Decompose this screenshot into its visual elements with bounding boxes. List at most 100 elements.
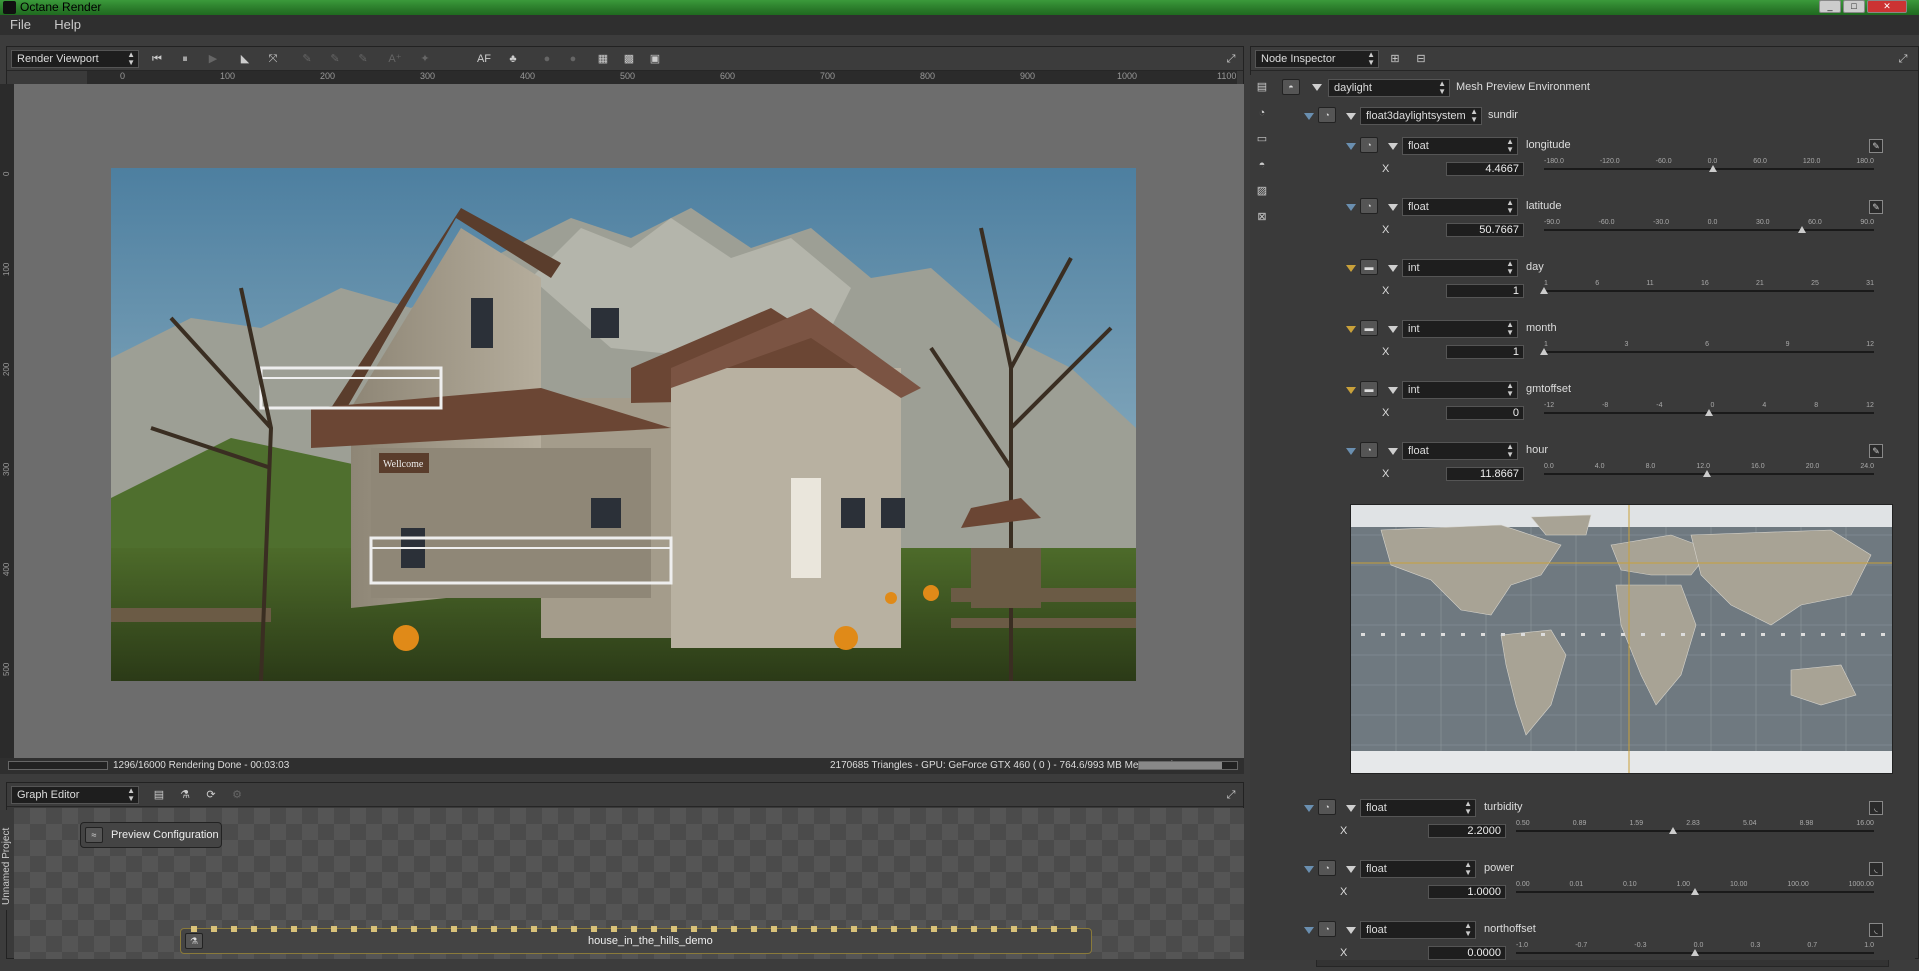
collapse-triangle-icon[interactable] bbox=[1304, 805, 1314, 812]
param-value-field[interactable]: 1.0000 bbox=[1428, 885, 1506, 899]
param-type-select[interactable]: float ▲ ▼ bbox=[1360, 860, 1476, 878]
slider-knob[interactable] bbox=[1705, 409, 1713, 416]
autofocus-button[interactable]: AF bbox=[473, 51, 495, 67]
param-type-select[interactable]: float ▲ ▼ bbox=[1360, 799, 1476, 817]
curve-icon[interactable]: ◟ bbox=[1869, 923, 1883, 937]
sun-position-world-map[interactable] bbox=[1350, 504, 1893, 774]
param-slider[interactable]: -1.0 -0.7 -0.3 0.0 0.3 0.7 1.0 bbox=[1516, 942, 1874, 956]
edit-pencil-icon[interactable]: ✎ bbox=[1869, 200, 1883, 214]
environment-type-select[interactable]: daylight ▲ ▼ bbox=[1328, 79, 1450, 97]
collapse-triangle-icon[interactable] bbox=[1304, 927, 1314, 934]
curve-icon[interactable]: ◟ bbox=[1869, 862, 1883, 876]
imager-icon[interactable]: ▨ bbox=[1254, 183, 1270, 199]
collapse-all-icon[interactable]: ⊟ bbox=[1413, 51, 1429, 67]
param-type-select[interactable]: float ▲ ▼ bbox=[1360, 921, 1476, 939]
maximize-panel-icon[interactable]: ⤢ bbox=[1223, 787, 1239, 803]
param-value-field[interactable]: 1 bbox=[1446, 284, 1524, 298]
param-value-field[interactable]: 1 bbox=[1446, 345, 1524, 359]
collapse-triangle-icon[interactable] bbox=[1388, 448, 1398, 455]
collapse-triangle-icon[interactable] bbox=[1346, 866, 1356, 873]
maximize-panel-icon[interactable]: ⤢ bbox=[1223, 51, 1239, 67]
edit-pencil-icon[interactable]: ✎ bbox=[1869, 444, 1883, 458]
zoom-icon[interactable]: ⤧ bbox=[265, 51, 281, 67]
param-slider[interactable]: 0.00 0.01 0.10 1.00 10.00 100.00 1000.00 bbox=[1516, 881, 1874, 895]
sub-sampling-icon[interactable]: ▩ bbox=[621, 51, 637, 67]
close-button[interactable]: ✕ bbox=[1867, 0, 1907, 13]
rendered-image[interactable]: Wellcome bbox=[111, 168, 1136, 681]
save-graph-icon[interactable]: ▤ bbox=[151, 787, 167, 803]
slider-knob[interactable] bbox=[1798, 226, 1807, 233]
menu-help[interactable]: Help bbox=[44, 15, 91, 35]
param-type-select[interactable]: float ▲ ▼ bbox=[1402, 137, 1518, 155]
param-slider[interactable]: 1 6 11 16 21 25 31 bbox=[1540, 280, 1874, 294]
param-slider[interactable]: 0.50 0.89 1.59 2.83 5.04 8.98 16.00 bbox=[1516, 820, 1874, 834]
edit-pencil-icon[interactable]: ✎ bbox=[1869, 139, 1883, 153]
slider-knob[interactable] bbox=[1703, 470, 1712, 477]
sphere-icon[interactable]: ● bbox=[539, 51, 555, 67]
collapse-triangle-icon[interactable] bbox=[1312, 84, 1322, 91]
param-type-select[interactable]: float ▲ ▼ bbox=[1402, 198, 1518, 216]
slider-knob[interactable] bbox=[1691, 888, 1699, 895]
slider-knob[interactable] bbox=[1708, 165, 1717, 172]
slider-knob[interactable] bbox=[1540, 348, 1548, 355]
param-slider[interactable]: -180.0 -120.0 -60.0 0.0 60.0 120.0 180.0 bbox=[1544, 158, 1874, 172]
preview-configuration-node[interactable]: ≈ Preview Configuration bbox=[80, 822, 222, 848]
scene-node[interactable]: ⚗ house_in_the_hills_demo bbox=[180, 926, 1092, 954]
slider-knob[interactable] bbox=[1691, 949, 1699, 956]
node-input-pins[interactable] bbox=[191, 926, 1081, 932]
slider-knob[interactable] bbox=[1540, 287, 1548, 294]
camera-icon[interactable]: ◔ bbox=[1254, 105, 1270, 121]
focus-picker-icon[interactable]: ◣ bbox=[237, 51, 253, 67]
expand-all-icon[interactable]: ⊞ bbox=[1387, 51, 1403, 67]
param-slider[interactable]: 0.0 4.0 8.0 12.0 16.0 20.0 24.0 bbox=[1544, 463, 1874, 477]
collapse-triangle-icon[interactable] bbox=[1346, 204, 1356, 211]
sundir-type-select[interactable]: float3daylightsystem ▲ ▼ bbox=[1360, 107, 1482, 125]
collapse-triangle-icon[interactable] bbox=[1304, 113, 1314, 120]
param-value-field[interactable]: 50.7667 bbox=[1446, 223, 1524, 237]
param-slider[interactable]: -90.0 -60.0 -30.0 0.0 30.0 60.0 90.0 bbox=[1544, 219, 1874, 233]
lock-resolution-icon[interactable]: ▣ bbox=[647, 51, 663, 67]
maximize-panel-icon[interactable]: ⤢ bbox=[1895, 51, 1911, 67]
reload-icon[interactable]: ⟳ bbox=[203, 787, 219, 803]
collapse-triangle-icon[interactable] bbox=[1388, 143, 1398, 150]
clay-mode-icon[interactable]: ♣ bbox=[505, 51, 521, 67]
af-picker-icon[interactable]: A⁺ bbox=[387, 51, 403, 67]
collapse-triangle-icon[interactable] bbox=[1346, 927, 1356, 934]
param-type-select[interactable]: int ▲ ▼ bbox=[1402, 259, 1518, 277]
param-type-select[interactable]: int ▲ ▼ bbox=[1402, 320, 1518, 338]
mesh-picker-icon[interactable]: ✦ bbox=[417, 51, 433, 67]
kernel-icon[interactable]: ⊠ bbox=[1254, 209, 1270, 225]
param-value-field[interactable]: 2.2000 bbox=[1428, 824, 1506, 838]
region-render-icon[interactable]: ▦ bbox=[595, 51, 611, 67]
collapse-triangle-icon[interactable] bbox=[1346, 326, 1356, 333]
collapse-triangle-icon[interactable] bbox=[1388, 204, 1398, 211]
restart-render-icon[interactable]: ⏮ bbox=[149, 51, 165, 67]
camera-picker-icon[interactable]: ✎ bbox=[327, 51, 343, 67]
sphere-alt-icon[interactable]: ● bbox=[565, 51, 581, 67]
collapse-triangle-icon[interactable] bbox=[1388, 265, 1398, 272]
curve-icon[interactable]: ◟ bbox=[1869, 801, 1883, 815]
collapse-triangle-icon[interactable] bbox=[1346, 265, 1356, 272]
environment-icon[interactable]: ◓ bbox=[1254, 157, 1270, 173]
param-value-field[interactable]: 0 bbox=[1446, 406, 1524, 420]
menu-file[interactable]: File bbox=[0, 15, 41, 35]
film-settings-icon[interactable]: ▭ bbox=[1254, 131, 1270, 147]
minimize-button[interactable]: _ bbox=[1819, 0, 1841, 13]
macro-icon[interactable]: ⚙ bbox=[229, 787, 245, 803]
project-tab[interactable]: Unnamed Project bbox=[0, 810, 14, 910]
collapse-triangle-icon[interactable] bbox=[1388, 326, 1398, 333]
collapse-triangle-icon[interactable] bbox=[1346, 113, 1356, 120]
panel-type-select[interactable]: Graph Editor ▲ ▼ bbox=[11, 786, 139, 804]
slider-knob[interactable] bbox=[1668, 827, 1677, 834]
load-material-icon[interactable]: ⚗ bbox=[177, 787, 193, 803]
render-target-icon[interactable]: ▤ bbox=[1254, 79, 1270, 95]
maximize-button[interactable]: □ bbox=[1843, 0, 1865, 13]
param-value-field[interactable]: 4.4667 bbox=[1446, 162, 1524, 176]
white-point-icon[interactable]: ✎ bbox=[355, 51, 371, 67]
param-slider[interactable]: 1 3 6 9 12 bbox=[1540, 341, 1874, 355]
param-type-select[interactable]: float ▲ ▼ bbox=[1402, 442, 1518, 460]
panel-type-select[interactable]: Node Inspector ▲ ▼ bbox=[1255, 50, 1379, 68]
collapse-triangle-icon[interactable] bbox=[1346, 387, 1356, 394]
param-value-field[interactable]: 0.0000 bbox=[1428, 946, 1506, 960]
panel-type-select[interactable]: Render Viewport ▲ ▼ bbox=[11, 50, 139, 68]
